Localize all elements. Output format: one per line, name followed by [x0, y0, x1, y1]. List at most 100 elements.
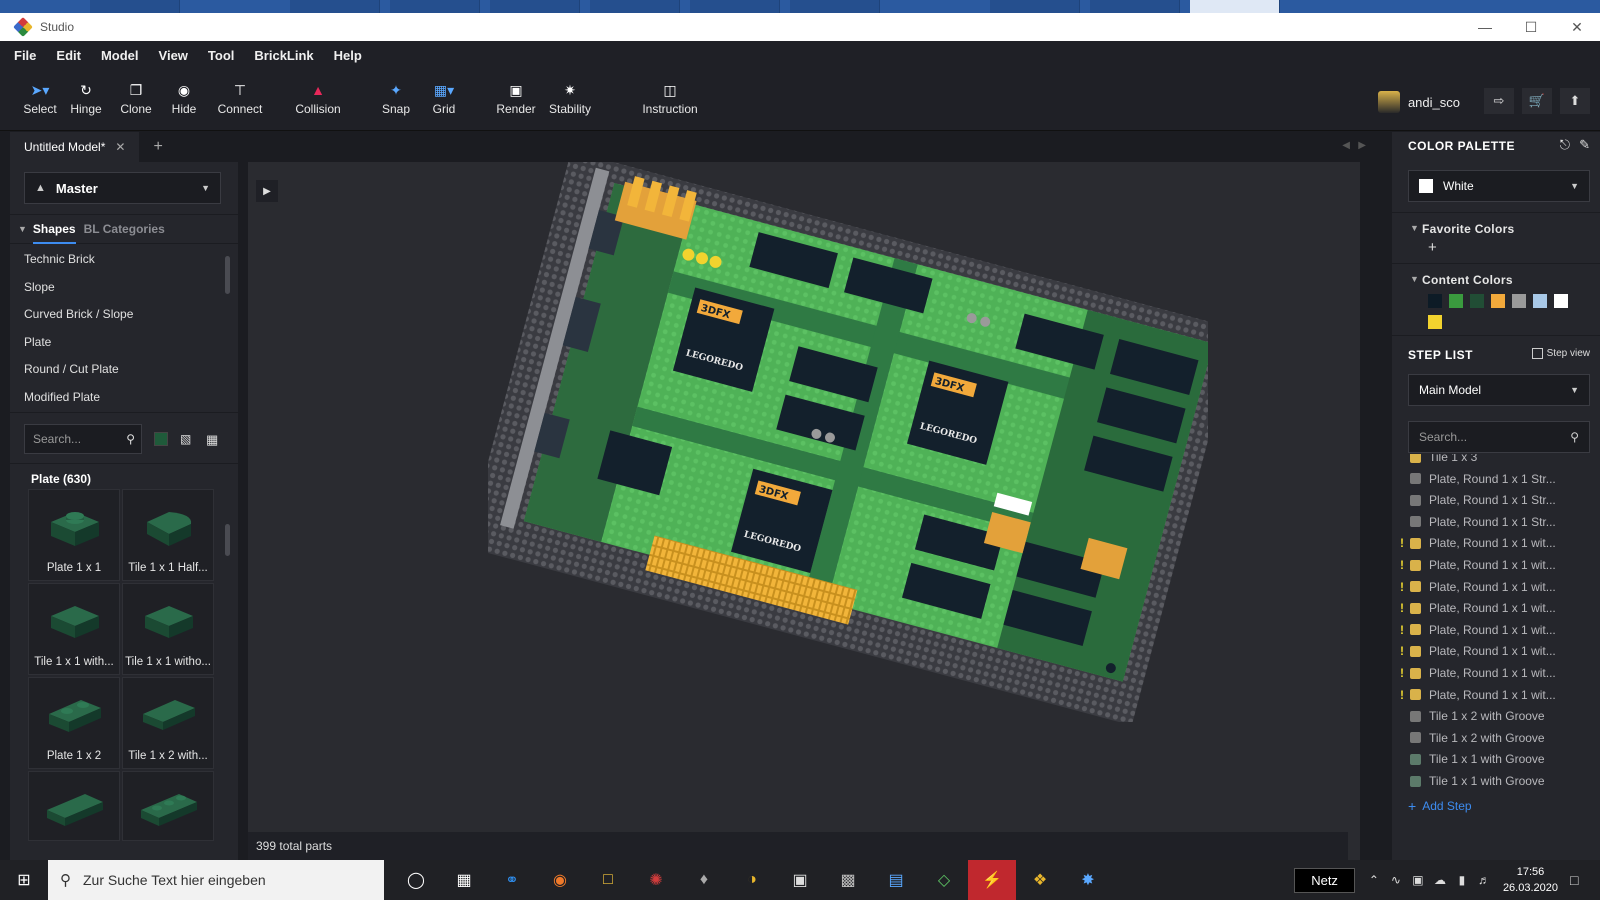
tab-bl-categories[interactable]: BL Categories [84, 222, 165, 236]
background-window-tab[interactable] [490, 0, 580, 13]
cloud-icon[interactable]: ☁ [1429, 873, 1451, 887]
step-view-checkbox[interactable]: Step view [1531, 348, 1590, 359]
color-filter-icon[interactable] [154, 432, 168, 446]
palette-filter-icon[interactable]: ▧ [180, 432, 194, 446]
collision-tool-button[interactable]: ▲ Collision [290, 81, 346, 116]
grid-view-icon[interactable]: ▦ [206, 432, 220, 447]
wifi-icon[interactable]: ∿ [1385, 873, 1407, 887]
background-window-tab[interactable] [1090, 0, 1180, 13]
battery-icon[interactable]: ▮ [1451, 873, 1473, 887]
menu-file[interactable]: File [14, 48, 36, 63]
color-swatch[interactable] [1428, 294, 1442, 308]
add-favorite-color-icon[interactable]: + [1428, 239, 1437, 256]
step-list-item[interactable]: Tile 1 x 2 with Groove [1410, 705, 1600, 727]
app-icon[interactable]: ✺ [632, 860, 680, 900]
model-render[interactable]: 3DFX LEGOREDO 3DFX LEGOREDO 3DFX LEGORED… [488, 162, 1208, 722]
menu-help[interactable]: Help [334, 48, 362, 63]
part-tile[interactable]: Tile 1 x 1 with... [28, 583, 120, 675]
clock[interactable]: 17:56 26.03.2020 [1503, 864, 1558, 896]
color-swatch[interactable] [1491, 294, 1505, 308]
category-item[interactable]: Plate [24, 335, 133, 363]
menu-edit[interactable]: Edit [56, 48, 81, 63]
category-item[interactable]: Curved Brick / Slope [24, 307, 133, 335]
app-icon[interactable]: ◑ [728, 860, 776, 900]
active-window-tab[interactable] [1190, 0, 1280, 13]
file-explorer-icon[interactable]: □ [584, 860, 632, 900]
app-icon[interactable]: ▤ [872, 860, 920, 900]
step-list-item[interactable]: Tile 1 x 3 [1410, 454, 1600, 468]
cortana-icon[interactable]: ◯ [392, 860, 440, 900]
hide-tool-button[interactable]: ◉ Hide [156, 81, 212, 117]
collapse-icon[interactable]: ▼ [1410, 274, 1419, 284]
step-list-item[interactable]: ! Plate, Round 1 x 1 wit... [1400, 684, 1600, 706]
taskbar-search-input[interactable]: ⚲ Zur Suche Text hier eingeben [48, 860, 384, 900]
background-window-tab[interactable] [990, 0, 1080, 13]
3d-viewport[interactable]: ▶ 3DFX LEGOREDO 3DFX LEGOREDO 3DFX LEGOR… [248, 162, 1360, 860]
step-list-item[interactable]: ! Plate, Round 1 x 1 wit... [1400, 532, 1600, 554]
stability-tool-button[interactable]: ✷ Stability [542, 81, 598, 117]
menu-view[interactable]: View [159, 48, 188, 63]
background-window-tab[interactable] [90, 0, 180, 13]
color-swatch[interactable] [1470, 294, 1484, 308]
master-palette-dropdown[interactable]: ▲ Master ▼ [24, 172, 221, 204]
cart-icon[interactable]: 🛒 [1522, 88, 1552, 114]
camera-icon[interactable]: ▶ [256, 180, 278, 202]
collapse-icon[interactable]: ▼ [1410, 223, 1419, 233]
volume-icon[interactable]: ♬ [1473, 873, 1495, 887]
collapse-icon[interactable]: ▼ [18, 224, 27, 234]
part-tile[interactable] [28, 771, 120, 841]
step-search-input[interactable]: Search... ⚲ [1408, 421, 1590, 453]
app-tray-icon[interactable]: ▣ [1407, 873, 1429, 887]
category-item[interactable]: Round / Cut Plate [24, 362, 133, 390]
studio-taskbar-icon[interactable]: ❖ [1016, 860, 1064, 900]
color-select-dropdown[interactable]: White ▼ [1408, 170, 1590, 202]
menu-tool[interactable]: Tool [208, 48, 234, 63]
close-tab-icon[interactable]: ✕ [115, 140, 125, 154]
category-item[interactable]: Technic Brick [24, 252, 133, 280]
background-window-tab[interactable] [390, 0, 480, 13]
instruction-tool-button[interactable]: ◫ Instruction [640, 81, 700, 117]
tab-scroll-arrows[interactable]: ◀ ▶ [1342, 140, 1366, 151]
task-view-icon[interactable]: ▦ [440, 860, 488, 900]
paint-icon[interactable]: ⎋ [1560, 137, 1570, 153]
background-window-tab[interactable] [590, 0, 680, 13]
eyedropper-icon[interactable]: ✎ [1579, 137, 1590, 153]
menu-bricklink[interactable]: BrickLink [254, 48, 313, 63]
logout-icon[interactable]: ⇨ [1484, 88, 1514, 114]
maximize-button[interactable]: ☐ [1508, 13, 1554, 41]
close-button[interactable]: ✕ [1554, 13, 1600, 41]
step-list-item[interactable]: Tile 1 x 1 with Groove [1410, 770, 1600, 792]
step-list-item[interactable]: Plate, Round 1 x 1 Str... [1410, 489, 1600, 511]
background-window-tab[interactable] [290, 0, 380, 13]
add-tab-icon[interactable]: + [153, 138, 162, 156]
part-tile[interactable]: Plate 1 x 1 [28, 489, 120, 581]
step-list-item[interactable]: Tile 1 x 1 with Groove [1410, 748, 1600, 770]
edge-icon[interactable]: ⚭ [488, 860, 536, 900]
background-window-tab[interactable] [790, 0, 880, 13]
color-swatch[interactable] [1533, 294, 1547, 308]
category-scrollbar[interactable] [225, 256, 230, 294]
color-swatch[interactable] [1428, 315, 1442, 329]
step-list-item[interactable]: ! Plate, Round 1 x 1 wit... [1400, 576, 1600, 598]
part-tile[interactable] [122, 771, 214, 841]
color-swatch[interactable] [1554, 294, 1568, 308]
color-swatch[interactable] [1449, 294, 1463, 308]
app-icon[interactable]: ◇ [920, 860, 968, 900]
add-step-button[interactable]: + Add Step [1408, 798, 1472, 814]
render-tool-button[interactable]: ▣ Render [488, 81, 544, 117]
menu-model[interactable]: Model [101, 48, 139, 63]
hinge-tool-button[interactable]: ↻ Hinge [58, 81, 114, 117]
color-swatch[interactable] [1512, 294, 1526, 308]
tab-shapes[interactable]: Shapes [32, 222, 76, 244]
firefox-icon[interactable]: ◉ [536, 860, 584, 900]
connect-tool-button[interactable]: ⊤ Connect [212, 81, 268, 117]
chevron-up-icon[interactable]: ⌃ [1363, 873, 1385, 887]
category-item[interactable]: Slope [24, 280, 133, 308]
part-tile[interactable]: Tile 1 x 1 Half... [122, 489, 214, 581]
background-window-tab[interactable] [690, 0, 780, 13]
part-tile[interactable]: Tile 1 x 1 witho... [122, 583, 214, 675]
part-tile[interactable]: Plate 1 x 2 [28, 677, 120, 769]
step-list-item[interactable]: Plate, Round 1 x 1 Str... [1410, 468, 1600, 490]
app-icon[interactable]: ✸ [1064, 860, 1112, 900]
step-list-item[interactable]: Plate, Round 1 x 1 Str... [1410, 511, 1600, 533]
